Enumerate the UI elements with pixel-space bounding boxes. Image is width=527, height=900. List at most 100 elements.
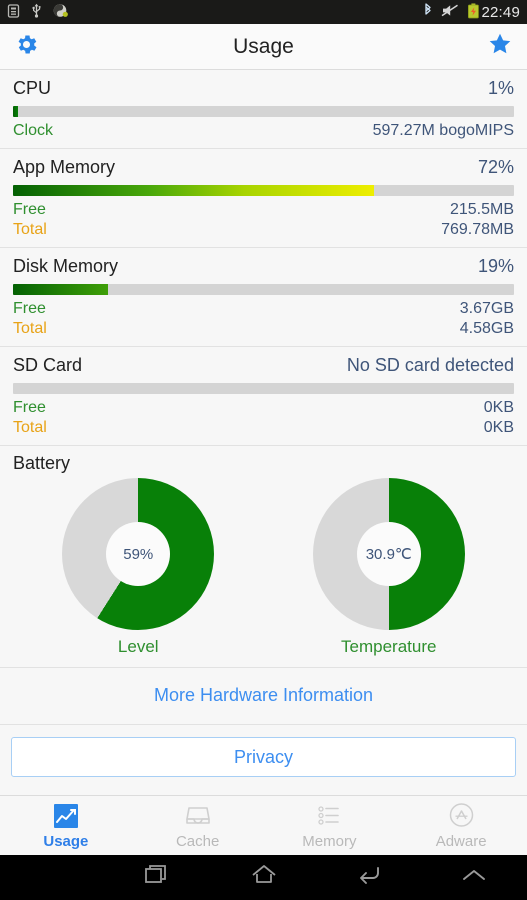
cpu-header: CPU 1% — [13, 78, 514, 99]
section-disk-memory[interactable]: Disk Memory 19% Free 3.67GB Total 4.58GB — [0, 248, 527, 347]
tab-adware[interactable]: Adware — [395, 802, 527, 850]
sd-card-total-value: 0KB — [483, 419, 514, 436]
battery-temperature-value: 30.9℃ — [365, 546, 412, 563]
chart-line-icon — [53, 802, 79, 830]
android-navigation-bar — [0, 855, 527, 900]
disk-memory-free-label: Free — [13, 300, 46, 317]
yin-yang-icon — [53, 3, 68, 21]
recents-icon — [143, 862, 173, 893]
back-icon — [354, 862, 384, 893]
battery-level-value: 59% — [123, 545, 154, 563]
privacy-section: Privacy — [0, 725, 527, 789]
status-bar-right-icons — [423, 3, 480, 22]
sd-card-free-value: 0KB — [483, 399, 514, 416]
tab-adware-label: Adware — [435, 832, 487, 850]
section-sd-card[interactable]: SD Card No SD card detected Free 0KB Tot… — [0, 347, 527, 446]
app-store-icon — [448, 802, 475, 830]
app-memory-percent: 72% — [477, 157, 514, 177]
sim-card-icon — [7, 3, 20, 21]
app-memory-free-label: Free — [13, 201, 46, 218]
tray-icon — [184, 802, 212, 830]
battery-temperature-hole: 30.9℃ — [356, 522, 421, 586]
more-hardware-information-link[interactable]: More Hardware Information — [154, 685, 373, 705]
cpu-clock-row: Clock 597.27M bogoMIPS — [13, 121, 514, 141]
expand-button[interactable] — [422, 864, 527, 891]
battery-charging-icon — [467, 3, 480, 22]
battery-temperature-donut: 30.9℃ — [312, 478, 465, 630]
disk-memory-total-label: Total — [13, 320, 47, 337]
disk-memory-total-value: 4.58GB — [459, 320, 514, 337]
battery-level-donut: 59% — [62, 478, 215, 630]
section-app-memory[interactable]: App Memory 72% Free 215.5MB Total 769.78… — [0, 149, 527, 248]
tab-usage[interactable]: Usage — [0, 802, 132, 850]
tab-cache[interactable]: Cache — [132, 802, 264, 850]
cpu-progress-fill — [13, 106, 18, 117]
usage-content: CPU 1% Clock 597.27M bogoMIPS App Memory… — [0, 70, 527, 789]
page-title: Usage — [233, 34, 294, 58]
tab-cache-label: Cache — [175, 832, 220, 850]
app-memory-title: App Memory — [13, 157, 116, 177]
disk-memory-header: Disk Memory 19% — [13, 256, 514, 277]
settings-button[interactable] — [14, 32, 39, 62]
sd-card-status: No SD card detected — [346, 355, 514, 375]
section-battery: Battery 59% Level 30.9℃ Temperature — [0, 446, 527, 668]
battery-temperature-chart: 30.9℃ Temperature — [312, 478, 465, 657]
disk-memory-free-row: Free 3.67GB — [13, 299, 514, 319]
usb-icon — [31, 3, 42, 21]
more-hardware-section: More Hardware Information — [0, 668, 527, 725]
cpu-progress-bar — [13, 106, 514, 117]
volume-muted-icon — [441, 3, 459, 21]
list-icon — [315, 802, 343, 830]
disk-memory-progress-fill — [13, 284, 109, 295]
battery-charts: 59% Level 30.9℃ Temperature — [13, 478, 514, 657]
star-icon — [487, 31, 513, 62]
app-memory-total-row: Total 769.78MB — [13, 220, 514, 240]
app-memory-progress-fill — [13, 185, 374, 196]
cpu-percent: 1% — [487, 78, 514, 98]
sd-card-free-row: Free 0KB — [13, 398, 514, 418]
battery-title: Battery — [13, 453, 71, 473]
tab-memory-label: Memory — [302, 832, 357, 850]
app-memory-total-value: 769.78MB — [441, 221, 514, 238]
app-memory-free-row: Free 215.5MB — [13, 200, 514, 220]
app-memory-header: App Memory 72% — [13, 157, 514, 178]
status-bar-left-icons — [7, 3, 68, 21]
gear-icon — [14, 32, 39, 62]
disk-memory-progress-bar — [13, 284, 514, 295]
sd-card-header: SD Card No SD card detected — [13, 355, 514, 376]
bluetooth-icon — [423, 3, 433, 21]
bottom-tab-bar: Usage Cache Memory Adware — [0, 795, 527, 855]
app-memory-progress-bar — [13, 185, 514, 196]
section-cpu[interactable]: CPU 1% Clock 597.27M bogoMIPS — [0, 70, 527, 149]
sd-card-title: SD Card — [13, 355, 83, 375]
recents-button[interactable] — [105, 862, 210, 893]
cpu-clock-label: Clock — [13, 122, 54, 139]
disk-memory-title: Disk Memory — [13, 256, 119, 276]
sd-card-free-label: Free — [13, 399, 46, 416]
disk-memory-free-value: 3.67GB — [459, 300, 514, 317]
chevron-up-icon — [459, 864, 489, 891]
disk-memory-percent: 19% — [477, 256, 514, 276]
tab-memory[interactable]: Memory — [264, 802, 396, 850]
status-bar: 22:49 — [0, 0, 527, 24]
disk-memory-total-row: Total 4.58GB — [13, 319, 514, 339]
sd-card-progress-bar — [13, 383, 514, 394]
sd-card-total-label: Total — [13, 419, 47, 436]
app-memory-free-value: 215.5MB — [449, 201, 514, 218]
app-memory-total-label: Total — [13, 221, 47, 238]
privacy-button[interactable]: Privacy — [11, 737, 516, 777]
app-screen: 22:49 Usage CPU 1% Clock 597.27M bogoMIP… — [0, 0, 527, 900]
status-bar-clock: 22:49 — [481, 3, 520, 21]
favorite-button[interactable] — [487, 31, 513, 62]
tab-usage-label: Usage — [43, 832, 89, 850]
battery-level-label: Level — [117, 637, 159, 656]
home-button[interactable] — [211, 862, 316, 893]
sd-card-total-row: Total 0KB — [13, 418, 514, 438]
back-button[interactable] — [316, 862, 421, 893]
cpu-title: CPU — [13, 78, 52, 98]
battery-temperature-label: Temperature — [341, 637, 437, 656]
cpu-clock-value: 597.27M bogoMIPS — [372, 122, 514, 139]
battery-level-hole: 59% — [106, 522, 171, 586]
home-icon — [249, 862, 279, 893]
action-bar: Usage — [0, 24, 527, 70]
